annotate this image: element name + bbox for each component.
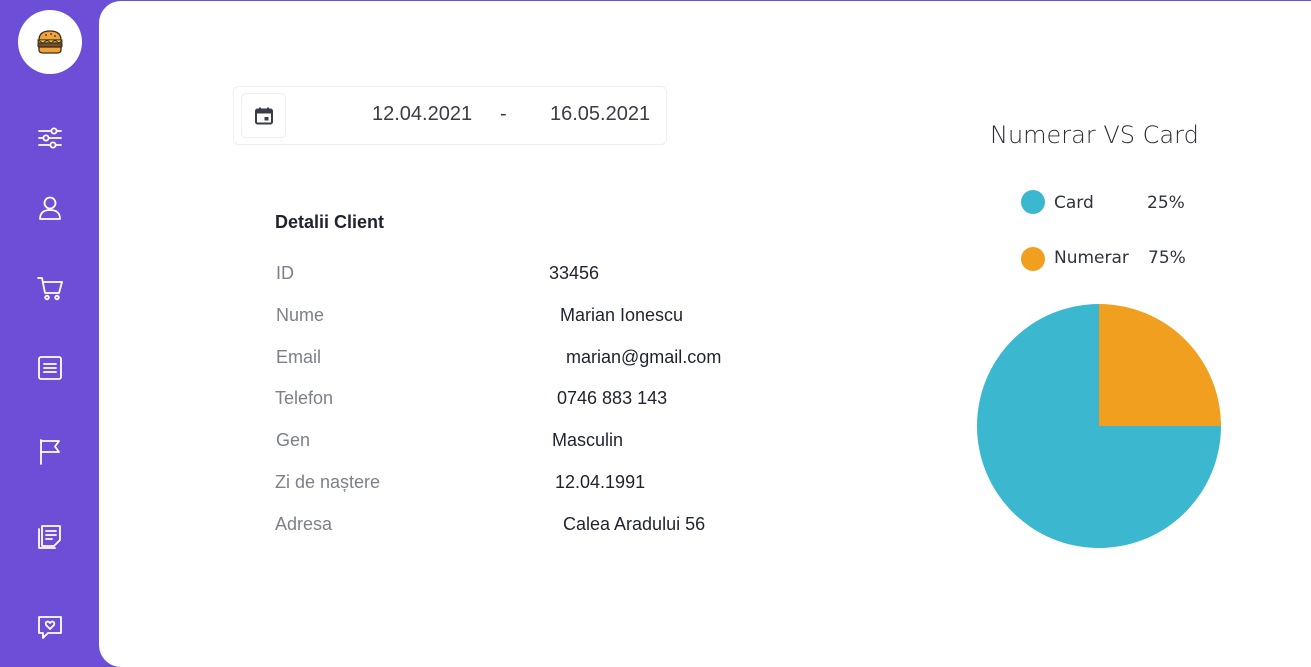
cart-icon [37, 277, 63, 301]
value-id: 33456 [549, 263, 600, 283]
sidebar-item-reports[interactable] [34, 435, 66, 467]
legend-value-card: 25% [1147, 193, 1185, 213]
legend-dot-numerar [1021, 247, 1045, 271]
label-phone: Telefon [275, 388, 334, 408]
feedback-icon [38, 616, 62, 639]
calendar-button[interactable] [241, 93, 286, 138]
sliders-icon [38, 127, 62, 149]
date-from[interactable]: 12.04.2021 [372, 103, 472, 126]
list-icon [38, 356, 62, 380]
calendar-icon [254, 107, 273, 124]
value-email: marian@gmail.com [566, 347, 722, 367]
chart-title: Numerar VS Card [990, 121, 1199, 149]
legend-dot-card [1021, 190, 1045, 214]
user-icon [39, 196, 61, 220]
logo[interactable] [18, 10, 82, 74]
client-details-title: Detalii Client [275, 212, 385, 232]
label-name: Nume [276, 305, 325, 325]
label-birthdate: Zi de naștere [275, 472, 381, 492]
label-address: Adresa [275, 514, 333, 534]
date-range-picker[interactable]: 12.04.2021 - 16.05.2021 [233, 86, 667, 145]
label-id: ID [276, 263, 294, 283]
main-panel: 12.04.2021 - 16.05.2021 Detalii Client I… [99, 1, 1311, 667]
value-address: Calea Aradului 56 [563, 514, 706, 534]
label-gender: Gen [276, 430, 311, 450]
sidebar-item-menu[interactable] [34, 352, 66, 384]
legend-label-card: Card [1054, 193, 1094, 213]
notes-icon [38, 525, 61, 549]
legend-value-numerar: 75% [1148, 248, 1186, 268]
sidebar-item-orders[interactable] [34, 272, 66, 304]
value-phone: 0746 883 143 [557, 388, 668, 408]
flag-icon [40, 439, 60, 465]
pie-slice-numerar[interactable] [1099, 304, 1221, 426]
value-name: Marian Ionescu [560, 305, 684, 325]
sidebar-item-clients[interactable] [34, 192, 66, 224]
legend-label-numerar: Numerar [1054, 248, 1129, 268]
sidebar-item-feedback[interactable] [34, 611, 66, 643]
burger-icon [36, 30, 63, 54]
date-separator: - [500, 103, 507, 125]
value-gender: Masculin [552, 430, 624, 450]
label-email: Email [276, 347, 322, 367]
value-birthdate: 12.04.1991 [555, 472, 646, 492]
date-to[interactable]: 16.05.2021 [550, 103, 650, 126]
sidebar-item-notes[interactable] [34, 519, 66, 551]
sidebar-item-filters[interactable] [34, 122, 66, 154]
pie-chart [977, 304, 1221, 548]
sidebar [0, 0, 110, 667]
